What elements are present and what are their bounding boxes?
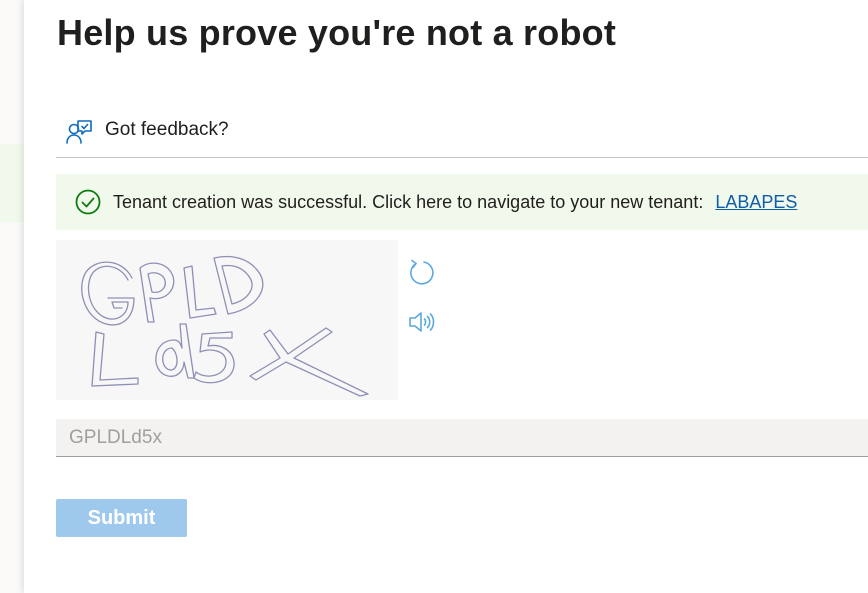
- captcha-panel: Help us prove you're not a robot Got fee…: [24, 0, 868, 593]
- feedback-label: Got feedback?: [105, 118, 229, 140]
- refresh-icon[interactable]: [407, 258, 435, 286]
- success-banner: Tenant creation was successful. Click he…: [56, 174, 868, 230]
- banner-message: Tenant creation was successful. Click he…: [113, 191, 704, 212]
- submit-button[interactable]: Submit: [56, 499, 187, 537]
- speaker-audio-icon[interactable]: [407, 309, 435, 335]
- feedback-link[interactable]: Got feedback?: [56, 106, 868, 158]
- captcha-image: [56, 240, 398, 400]
- checkmark-circle-icon: [75, 189, 101, 215]
- person-feedback-icon: [65, 118, 93, 146]
- page-title: Help us prove you're not a robot: [57, 12, 617, 53]
- captcha-answer-input[interactable]: [56, 419, 868, 457]
- tenant-link[interactable]: LABAPES: [715, 192, 797, 213]
